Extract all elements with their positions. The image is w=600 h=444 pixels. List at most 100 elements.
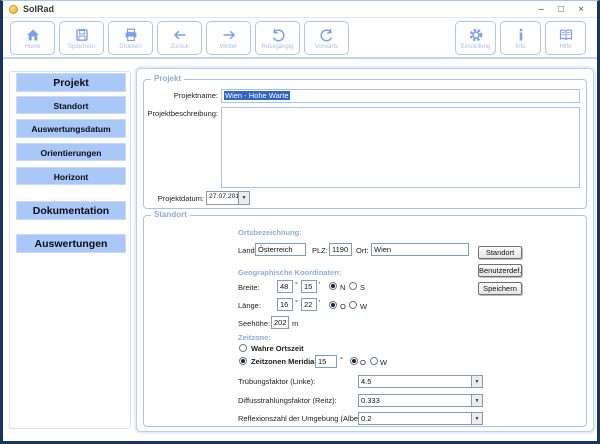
longitude-label: Länge: [238,301,261,310]
project-name-label: Projektname: [148,91,218,100]
undo-button[interactable]: Rückgängig [255,21,300,55]
close-button[interactable]: × [571,2,591,17]
home-icon [25,27,41,43]
home-label: Home [24,44,40,50]
lat-south-radio[interactable] [349,282,357,290]
diffuse-dropdown-arrow-icon[interactable] [471,395,482,406]
app-window: SolRad – □ × Home Speichern Drucken Zurü… [0,0,600,444]
project-group-legend: Projekt [151,74,184,83]
turbidity-combobox[interactable]: 4.5 [358,375,483,388]
main-panel: Projekt Projektname: Wien - Hohe Warte P… [136,68,594,432]
timezone-meridian-radio[interactable] [239,357,247,365]
sidebar-item-orientierungen[interactable]: Orientierungen [16,143,126,161]
project-description-textarea[interactable] [221,107,580,188]
info-label: Info [515,44,525,50]
sidebar-item-auswertungsdatum[interactable]: Auswertungsdatum [16,119,126,138]
content-area: Projekt Standort Auswertungsdatum Orient… [3,61,597,441]
window-title: SolRad [23,4,54,14]
sidebar-item-standort[interactable]: Standort [16,96,126,114]
meridian-west-radio[interactable] [370,357,378,365]
settings-button[interactable]: Einstellung [455,21,496,55]
lon-west-radio[interactable] [349,301,357,309]
printer-icon [123,27,139,43]
minimize-button[interactable]: – [531,2,551,17]
save-label: Speichern [68,44,95,50]
sidebar-item-horizont[interactable]: Horizont [16,167,126,185]
speichern-button[interactable]: Speichern [478,282,522,295]
city-input[interactable]: Wien [371,243,469,256]
albedo-value: 0.2 [359,413,471,424]
location-group-legend: Standort [151,210,190,219]
latitude-deg-input[interactable]: 48 [277,280,293,293]
next-button[interactable]: Weiter [206,21,251,55]
project-date-value: 27.07.2018 [207,192,238,204]
country-input[interactable]: Österreich [255,243,306,256]
diffuse-factor-combobox[interactable]: 0.333 [358,394,483,407]
project-date-combobox[interactable]: 27.07.2018 [206,191,250,205]
lon-east-label: O [340,302,346,311]
undo-label: Rückgängig [262,44,294,50]
longitude-deg-input[interactable]: 16 [277,298,293,311]
lon-west-label: W [360,302,367,311]
redo-icon [319,27,335,43]
timezone-meridian-label: Zeitzonen Meridian: [251,357,321,366]
coords-heading: Geographische Koordinaten: [238,268,341,277]
meridian-east-radio[interactable] [350,357,358,365]
undo-icon [270,27,286,43]
lat-min-unit: ' [319,280,320,289]
gear-icon [468,27,484,43]
city-label: Ort: [356,246,369,255]
lat-north-radio[interactable] [329,282,337,290]
altitude-input[interactable]: 202 [271,316,289,329]
sidebar-item-projekt[interactable]: Projekt [16,73,126,92]
help-button[interactable]: Hilfe [545,21,586,55]
lat-north-label: N [340,283,345,292]
print-button[interactable]: Drucken [108,21,153,55]
date-dropdown-arrow-icon[interactable] [238,192,249,204]
redo-button[interactable]: Vorwärts [304,21,349,55]
arrow-right-icon [221,27,237,43]
project-groupbox: Projekt Projektname: Wien - Hohe Warte P… [143,79,587,209]
window-controls: – □ × [531,2,591,17]
zip-label: PLZ: [312,246,328,255]
benutzerdef-button[interactable]: Benutzerdef. [478,264,522,277]
longitude-min-input[interactable]: 22 [301,298,317,311]
maximize-button[interactable]: □ [551,2,571,17]
back-button[interactable]: Zurück [157,21,202,55]
diffuse-factor-value: 0.333 [359,395,471,406]
turbidity-dropdown-arrow-icon[interactable] [471,376,482,387]
lon-east-radio[interactable] [329,301,337,309]
meridian-deg-unit: ° [340,355,343,364]
arrow-left-icon [172,27,188,43]
latitude-min-input[interactable]: 15 [301,280,317,293]
back-label: Zurück [170,44,188,50]
sidebar-item-auswertungen[interactable]: Auswertungen [16,234,126,253]
info-button[interactable]: Info [500,21,541,55]
meridian-input[interactable]: 15 [315,355,337,368]
next-label: Weiter [220,44,237,50]
project-description-label: Projektbeschreibung: [144,109,218,118]
meridian-east-label: O [360,358,366,367]
albedo-label: Reflexionszahl der Umgebung (Albedo): [238,414,371,423]
altitude-unit: m [292,319,298,328]
home-button[interactable]: Home [10,21,55,55]
albedo-dropdown-arrow-icon[interactable] [471,413,482,424]
title-bar: SolRad – □ × [3,1,597,18]
project-name-selected-text: Wien - Hohe Warte [224,91,290,100]
project-name-input[interactable]: Wien - Hohe Warte [221,89,580,103]
print-label: Drucken [119,44,141,50]
redo-label: Vorwärts [315,44,338,50]
lat-deg-unit: ° [295,280,298,289]
place-heading: Ortsbezeichnung: [238,228,302,237]
true-local-time-radio[interactable] [239,344,247,352]
albedo-combobox[interactable]: 0.2 [358,412,483,425]
save-button[interactable]: Speichern [59,21,104,55]
diffuse-factor-label: Diffusstrahlungsfaktor (Reitz): [238,396,337,405]
app-sun-icon [9,5,18,14]
sidebar-item-dokumentation[interactable]: Dokumentation [16,201,126,220]
standort-button[interactable]: Standort [478,246,522,259]
zip-input[interactable]: 1190 [329,243,352,256]
true-local-time-label: Wahre Ortszeit [251,344,304,353]
settings-label: Einstellung [461,44,490,50]
open-book-icon [558,27,574,43]
